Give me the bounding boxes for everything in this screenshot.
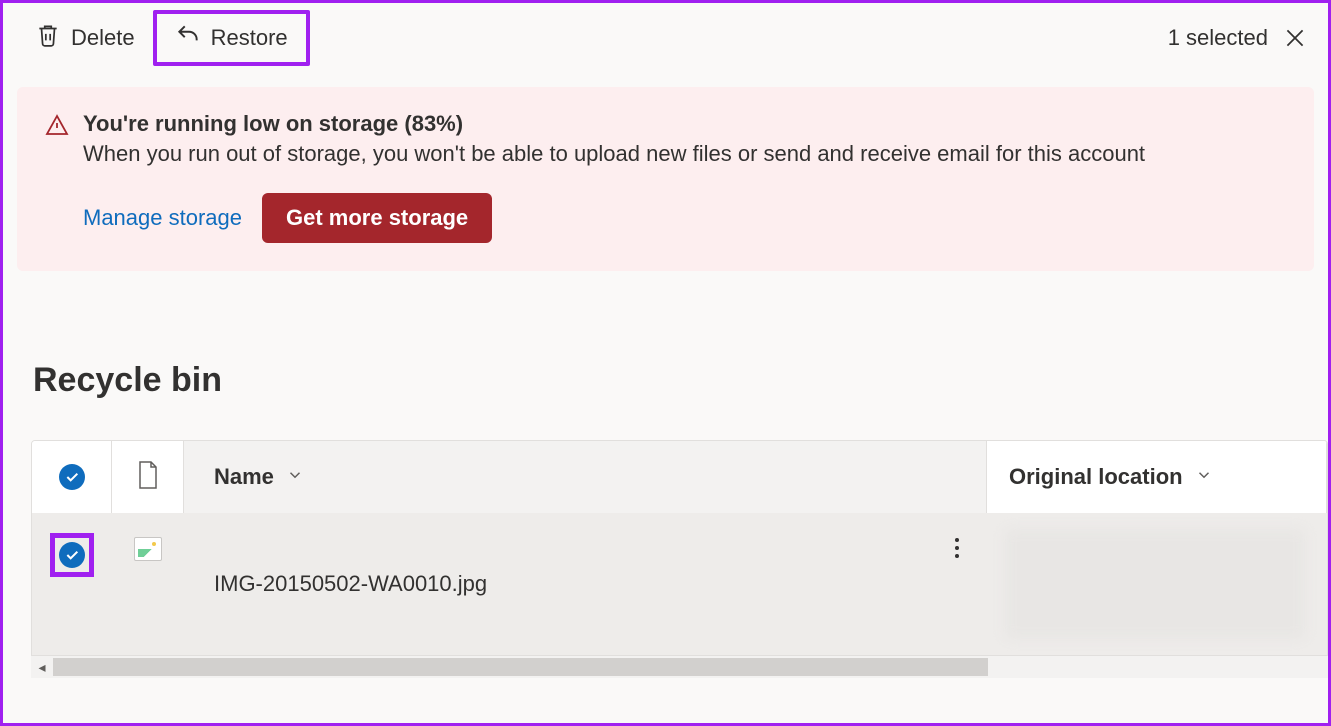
redacted-location — [1005, 529, 1305, 639]
chevron-down-icon — [286, 464, 304, 490]
scroll-left-arrow[interactable]: ◂ — [31, 656, 53, 678]
scroll-thumb[interactable] — [53, 658, 988, 676]
banner-body: When you run out of storage, you won't b… — [83, 141, 1145, 167]
warning-icon — [45, 113, 69, 137]
row-checkbox-cell[interactable] — [32, 513, 112, 655]
trash-icon — [35, 22, 61, 54]
row-filetype-cell — [112, 513, 184, 655]
row-more-actions[interactable] — [927, 513, 987, 655]
column-header-name[interactable]: Name — [184, 441, 987, 513]
chevron-down-icon — [1195, 464, 1213, 490]
row-filename: IMG-20150502-WA0010.jpg — [184, 513, 927, 655]
delete-label: Delete — [71, 25, 135, 51]
storage-warning-banner: You're running low on storage (83%) When… — [17, 87, 1314, 271]
file-icon — [136, 460, 160, 495]
toolbar: Delete Restore 1 selected — [3, 3, 1328, 73]
delete-button[interactable]: Delete — [23, 16, 147, 60]
page-title: Recycle bin — [33, 361, 1328, 400]
undo-icon — [175, 22, 201, 54]
recycle-bin-table: Name Original location IMG-20150502-WA00… — [31, 440, 1328, 656]
table-row[interactable]: IMG-20150502-WA0010.jpg — [32, 513, 1327, 655]
column-location-label: Original location — [1009, 464, 1183, 490]
row-original-location — [987, 513, 1327, 655]
restore-highlight: Restore — [153, 10, 310, 66]
image-icon — [134, 537, 162, 561]
get-more-storage-button[interactable]: Get more storage — [262, 193, 492, 243]
selection-count: 1 selected — [1168, 25, 1268, 51]
horizontal-scrollbar[interactable]: ◂ — [31, 656, 1328, 678]
check-circle-icon — [59, 464, 85, 490]
restore-label: Restore — [211, 25, 288, 51]
column-name-label: Name — [214, 464, 274, 490]
row-checkbox-highlight — [50, 533, 94, 577]
table-header-row: Name Original location — [32, 441, 1327, 513]
column-header-original-location[interactable]: Original location — [987, 441, 1327, 513]
file-type-header — [112, 441, 184, 513]
select-all-header[interactable] — [32, 441, 112, 513]
check-circle-icon — [59, 542, 85, 568]
banner-title: You're running low on storage (83%) — [83, 111, 1145, 137]
restore-button[interactable]: Restore — [163, 16, 300, 60]
kebab-icon — [954, 537, 960, 564]
manage-storage-link[interactable]: Manage storage — [83, 205, 242, 231]
close-selection-button[interactable] — [1282, 25, 1308, 51]
